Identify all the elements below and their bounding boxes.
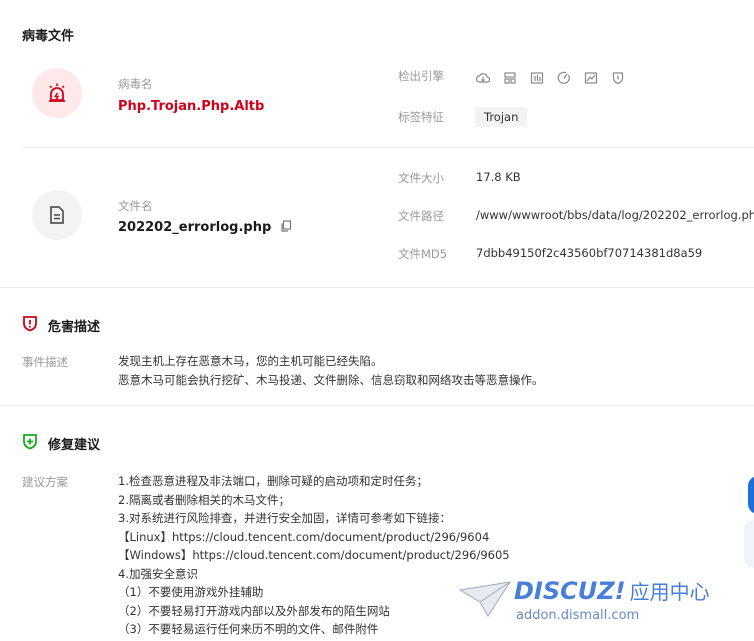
tag-label: 标签特征 — [398, 110, 444, 124]
grid-icon — [503, 71, 517, 85]
watermark-cn: 应用中心 — [629, 580, 710, 604]
harm-title: 危害描述 — [48, 320, 101, 335]
list-item: 3.对系统进行风险排查，并进行安全加固，详情可参考如下链接： — [118, 511, 451, 525]
copy-icon[interactable] — [280, 217, 292, 236]
tag-badge: Trojan — [475, 107, 528, 127]
event-label: 事件描述 — [22, 355, 68, 369]
floating-help-button-shadow — [744, 520, 754, 568]
list-item: （3）不要轻易运行任何来历不明的文件、邮件附件 — [118, 622, 379, 636]
path-value: /www/wwwroot/bbs/data/log/202202_errorlo… — [476, 208, 754, 222]
watermark-brand: DISCUZ! — [514, 577, 626, 605]
section-divider — [0, 405, 754, 406]
windows-link[interactable]: 【Windows】https://cloud.tencent.com/docum… — [118, 546, 510, 565]
bar-icon — [530, 71, 544, 85]
md5-value: 7dbb49150f2c43560bf70714381d8a59 — [476, 246, 703, 260]
virus-name-label: 病毒名 — [118, 77, 153, 91]
size-value: 17.8 KB — [476, 170, 521, 184]
file-name-value: 202202_errorlog.php — [118, 220, 272, 235]
virus-name-value: Php.Trojan.Php.Altb — [118, 99, 265, 114]
alarm-icon-circle — [32, 68, 82, 118]
md5-label: 文件MD5 — [398, 247, 448, 261]
file-name-label: 文件名 — [118, 199, 153, 213]
engine-icons — [476, 67, 633, 85]
shield-icon — [611, 71, 625, 85]
list-item: （1）不要使用游戏外挂辅助 — [118, 585, 264, 599]
harm-line: 发现主机上存在恶意木马，您的主机可能已经失陷。 — [118, 354, 383, 368]
section-divider — [0, 287, 754, 288]
cloud-icon — [476, 71, 490, 85]
dial-icon — [557, 71, 571, 85]
harm-description: 发现主机上存在恶意木马，您的主机可能已经失陷。 恶意木马可能会执行挖矿、木马投递… — [118, 352, 544, 389]
list-item: 4.加强安全意识 — [118, 566, 198, 581]
divider — [22, 147, 754, 148]
virus-file-title: 病毒文件 — [22, 29, 75, 44]
fix-shield-icon — [22, 433, 38, 454]
chart-icon — [584, 71, 598, 85]
watermark-url: addon.dismall.com — [516, 608, 640, 623]
size-label: 文件大小 — [398, 171, 444, 185]
harm-line: 恶意木马可能会执行挖矿、木马投递、文件删除、信息窃取和网络攻击等恶意操作。 — [118, 372, 544, 387]
list-item: 1.检查恶意进程及非法端口，删除可疑的启动项和定时任务； — [118, 474, 428, 488]
engine-label: 检出引擎 — [398, 69, 444, 83]
list-item: （2）不要轻易打开游戏内部以及外部发布的陌生网站 — [118, 603, 390, 618]
watermark: DISCUZ! 应用中心 addon.dismall.com — [458, 574, 754, 641]
plan-label: 建议方案 — [22, 475, 68, 489]
linux-link[interactable]: 【Linux】https://cloud.tencent.com/documen… — [118, 528, 510, 547]
danger-shield-icon — [22, 315, 38, 336]
file-name-row: 202202_errorlog.php — [118, 216, 292, 236]
fix-title: 修复建议 — [48, 438, 101, 453]
watermark-brand-row: DISCUZ! 应用中心 — [514, 576, 710, 605]
fix-list: 1.检查恶意进程及非法端口，删除可疑的启动项和定时任务； 2.隔离或者删除相关的… — [118, 472, 510, 639]
floating-help-button[interactable] — [748, 476, 754, 514]
file-icon — [50, 206, 64, 224]
path-label: 文件路径 — [398, 209, 444, 223]
paper-plane-icon — [458, 581, 512, 617]
file-icon-circle — [32, 190, 82, 240]
list-item: 2.隔离或者删除相关的木马文件； — [118, 492, 290, 507]
alarm-icon — [49, 83, 65, 102]
